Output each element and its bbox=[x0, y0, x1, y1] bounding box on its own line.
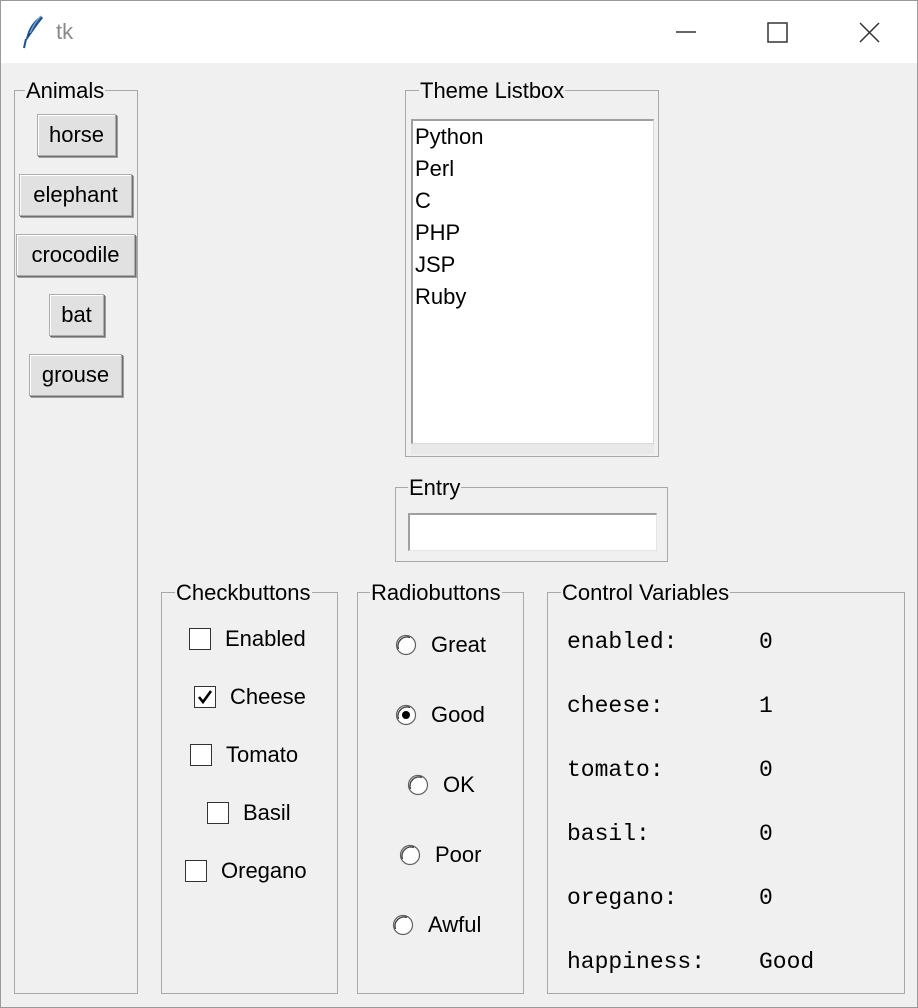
control-variable-value: 0 bbox=[759, 885, 773, 911]
title-bar[interactable]: tk bbox=[1, 1, 917, 63]
control-variable-value: Good bbox=[759, 949, 815, 975]
radio-icon[interactable] bbox=[392, 914, 414, 936]
checkbutton-oregano[interactable]: Oregano bbox=[185, 857, 335, 887]
checkmark-icon bbox=[197, 690, 213, 705]
control-variable-name: enabled: bbox=[567, 629, 678, 655]
checkbox-icon[interactable] bbox=[194, 686, 216, 708]
checkbutton-label: Enabled bbox=[225, 626, 306, 651]
listbox-scroll-area[interactable] bbox=[411, 444, 654, 454]
checkbox-icon[interactable] bbox=[207, 802, 229, 824]
control-variable-row: cheese: 1 bbox=[567, 693, 887, 721]
control-variable-value: 0 bbox=[759, 757, 773, 783]
animals-frame-title: Animals bbox=[25, 78, 106, 103]
control-variable-row: happiness: Good bbox=[567, 949, 887, 977]
animal-button-crocodile[interactable]: crocodile bbox=[16, 234, 135, 276]
control-variable-row: enabled: 0 bbox=[567, 629, 887, 657]
radiobutton-ok[interactable]: OK bbox=[407, 771, 517, 801]
control-variables-frame-title: Control Variables bbox=[561, 580, 731, 605]
checkbutton-tomato[interactable]: Tomato bbox=[190, 741, 340, 771]
animal-button-horse[interactable]: horse bbox=[37, 114, 116, 156]
checkbox-icon[interactable] bbox=[185, 860, 207, 882]
close-button[interactable] bbox=[823, 1, 915, 63]
window-title: tk bbox=[56, 19, 74, 44]
control-variable-name: oregano: bbox=[567, 885, 678, 911]
theme-listbox-title: Theme Listbox bbox=[419, 78, 566, 103]
control-variable-value: 0 bbox=[759, 629, 773, 655]
checkbuttons-frame-title: Checkbuttons bbox=[175, 580, 312, 605]
animals-frame: Animals bbox=[14, 79, 138, 994]
checkbox-icon[interactable] bbox=[190, 744, 212, 766]
close-icon bbox=[859, 22, 880, 43]
feather-icon bbox=[23, 15, 43, 49]
checkbutton-label: Cheese bbox=[230, 684, 306, 709]
list-item[interactable]: JSP bbox=[415, 249, 455, 281]
radio-icon[interactable] bbox=[399, 844, 421, 866]
radiobutton-label: OK bbox=[443, 772, 475, 797]
radiobutton-label: Awful bbox=[428, 912, 482, 937]
radiobutton-poor[interactable]: Poor bbox=[399, 841, 509, 871]
control-variable-value: 1 bbox=[759, 693, 773, 719]
control-variable-value: 0 bbox=[759, 821, 773, 847]
minimize-button[interactable] bbox=[639, 1, 731, 63]
radio-icon[interactable] bbox=[395, 704, 417, 726]
control-variable-row: basil: 0 bbox=[567, 821, 887, 849]
list-item[interactable]: PHP bbox=[415, 217, 460, 249]
animal-button-elephant[interactable]: elephant bbox=[19, 174, 132, 216]
control-variable-name: tomato: bbox=[567, 757, 664, 783]
radiobutton-great[interactable]: Great bbox=[395, 631, 505, 661]
radiobutton-label: Good bbox=[431, 702, 485, 727]
animal-button-grouse[interactable]: grouse bbox=[29, 354, 122, 396]
checkbutton-cheese[interactable]: Cheese bbox=[194, 683, 344, 713]
checkbutton-basil[interactable]: Basil bbox=[207, 799, 357, 829]
animal-button-bat[interactable]: bat bbox=[49, 294, 104, 336]
list-item[interactable]: Python bbox=[415, 121, 484, 153]
radiobutton-good[interactable]: Good bbox=[395, 701, 505, 731]
checkbutton-label: Oregano bbox=[221, 858, 307, 883]
control-variable-name: cheese: bbox=[567, 693, 664, 719]
entry-frame-title: Entry bbox=[408, 475, 462, 500]
control-variable-row: tomato: 0 bbox=[567, 757, 887, 785]
radiobutton-label: Great bbox=[431, 632, 487, 657]
maximize-icon bbox=[767, 22, 788, 43]
radiobuttons-frame-title: Radiobuttons bbox=[370, 580, 502, 605]
control-variable-name: basil: bbox=[567, 821, 650, 847]
maximize-button[interactable] bbox=[731, 1, 823, 63]
radiobutton-label: Poor bbox=[435, 842, 482, 867]
checkbox-icon[interactable] bbox=[189, 628, 211, 650]
control-variable-row: oregano: 0 bbox=[567, 885, 887, 913]
control-variable-name: happiness: bbox=[567, 949, 706, 975]
radio-icon[interactable] bbox=[395, 634, 417, 656]
checkbutton-enabled[interactable]: Enabled bbox=[189, 625, 339, 655]
entry-field[interactable] bbox=[408, 513, 657, 551]
radio-icon[interactable] bbox=[407, 774, 429, 796]
radiobutton-awful[interactable]: Awful bbox=[392, 911, 502, 941]
app-window: tk Animals horse elephant crocodile bat … bbox=[0, 0, 918, 1008]
theme-listbox[interactable]: Python Perl C PHP JSP Ruby bbox=[411, 119, 654, 444]
list-item[interactable]: C bbox=[415, 185, 431, 217]
checkbutton-label: Basil bbox=[243, 800, 291, 825]
minimize-icon bbox=[676, 31, 696, 33]
checkbutton-label: Tomato bbox=[226, 742, 299, 767]
list-item[interactable]: Perl bbox=[415, 153, 454, 185]
list-item[interactable]: Ruby bbox=[415, 281, 466, 313]
